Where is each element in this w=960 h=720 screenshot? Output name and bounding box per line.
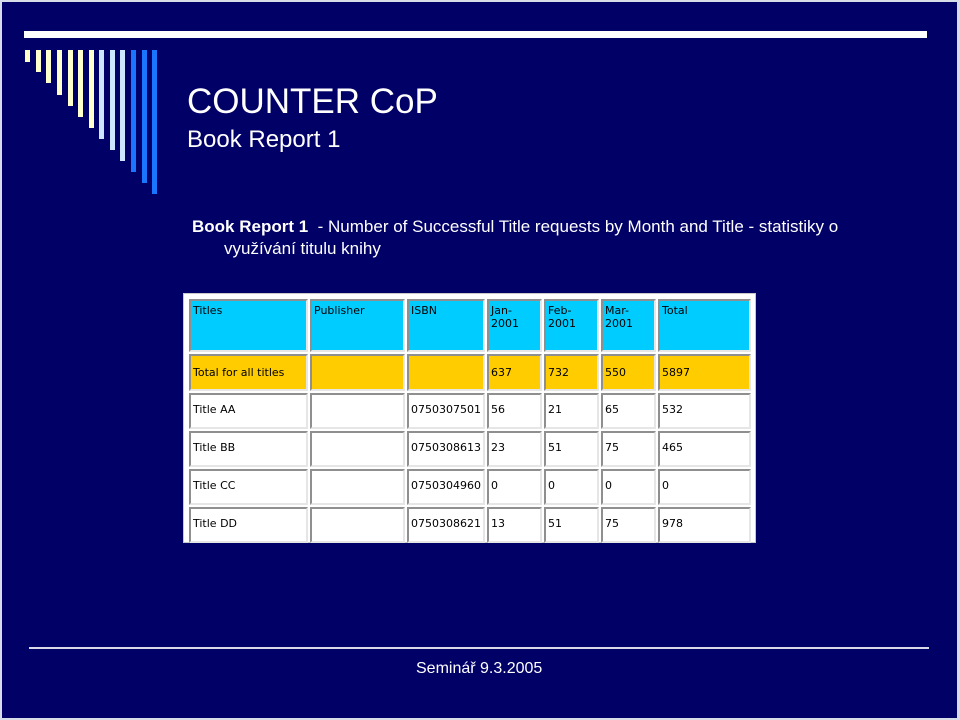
bullet-continuation: využívání titulu knihy [224, 239, 381, 258]
table-cell: 65 [601, 393, 656, 429]
table-row: Title DD 0750308621 13 51 75 978 [189, 507, 751, 543]
table-cell: Title BB [189, 431, 308, 467]
table-cell: 13 [487, 507, 542, 543]
table-cell [310, 469, 405, 505]
report-table-frame: Titles Publisher ISBN Jan- 2001 Feb- 2001 … [183, 293, 756, 543]
bar-13 [152, 50, 157, 194]
bar-6 [78, 50, 83, 117]
table-row: Title BB 0750308613 23 51 75 465 [189, 431, 751, 467]
table-cell: 51 [544, 507, 599, 543]
header-cell: Mar- 2001 [601, 299, 656, 352]
total-cell: 732 [544, 354, 599, 391]
total-cell [407, 354, 485, 391]
table-cell: 23 [487, 431, 542, 467]
total-cell [310, 354, 405, 391]
bullet-text: Book Report 1 - Number of Successful Tit… [192, 216, 912, 260]
table-cell [310, 431, 405, 467]
table-cell: 75 [601, 431, 656, 467]
header-cell: Feb- 2001 [544, 299, 599, 352]
header-cell: Publisher [310, 299, 405, 352]
footer-rule [29, 647, 929, 649]
bar-10 [120, 50, 125, 161]
table-cell: 978 [658, 507, 751, 543]
bar-12 [142, 50, 147, 183]
report-table: Titles Publisher ISBN Jan- 2001 Feb- 2001 … [187, 297, 753, 545]
bar-3 [46, 50, 51, 83]
table-cell: 0750308613 [407, 431, 485, 467]
total-cell: 550 [601, 354, 656, 391]
table-cell: 0 [487, 469, 542, 505]
bar-8 [99, 50, 104, 139]
table-cell: 0750307501 [407, 393, 485, 429]
table-cell: 532 [658, 393, 751, 429]
header-cell: Jan- 2001 [487, 299, 542, 352]
bar-2 [36, 50, 41, 72]
table-cell: 0 [658, 469, 751, 505]
table-cell: Title AA [189, 393, 308, 429]
bar-4 [57, 50, 62, 95]
table-cell: 56 [487, 393, 542, 429]
table-row: Title CC 0750304960 0 0 0 0 [189, 469, 751, 505]
total-cell: 637 [487, 354, 542, 391]
header-cell: Total [658, 299, 751, 352]
top-rule [24, 31, 927, 38]
table-cell: 0 [544, 469, 599, 505]
header-cell: Titles [189, 299, 308, 352]
table-header-row: Titles Publisher ISBN Jan- 2001 Feb- 2001 … [189, 299, 751, 352]
bar-9 [110, 50, 115, 150]
bar-7 [89, 50, 94, 128]
slide-subtitle: Book Report 1 [187, 126, 341, 153]
table-cell: 21 [544, 393, 599, 429]
total-row: Total for all titles 637 732 550 5897 [189, 354, 751, 391]
table-cell: 75 [601, 507, 656, 543]
table-cell: 51 [544, 431, 599, 467]
bar-1 [25, 50, 30, 62]
table-row: Title AA 0750307501 56 21 65 532 [189, 393, 751, 429]
table-cell: 0750308621 [407, 507, 485, 543]
footer-text: Seminář 9.3.2005 [416, 660, 543, 677]
bullet-body: - Number of Successful Title requests by… [308, 217, 839, 236]
bullet-lead: Book Report 1 [192, 217, 309, 236]
total-cell: Total for all titles [189, 354, 308, 391]
table-cell [310, 393, 405, 429]
bar-5 [68, 50, 73, 106]
bar-11 [131, 50, 136, 172]
table-cell: 0 [601, 469, 656, 505]
table-cell: 0750304960 [407, 469, 485, 505]
table-cell: Title DD [189, 507, 308, 543]
total-cell: 5897 [658, 354, 751, 391]
table-cell: Title CC [189, 469, 308, 505]
table-cell [310, 507, 405, 543]
slide: COUNTER CoP Book Report 1 Book Report 1 … [2, 2, 957, 718]
slide-title: COUNTER CoP [187, 82, 438, 121]
table-cell: 465 [658, 431, 751, 467]
header-cell: ISBN [407, 299, 485, 352]
